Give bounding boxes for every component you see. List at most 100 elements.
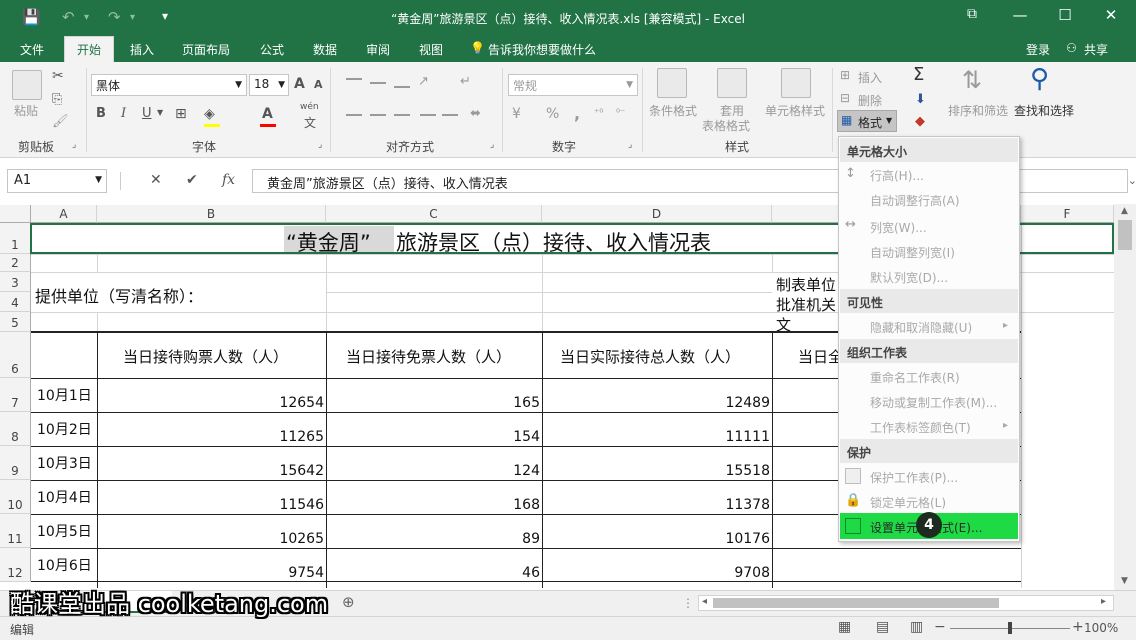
cut-icon[interactable]: ✂ (52, 68, 64, 84)
row-header-4[interactable]: 4 (0, 292, 31, 312)
zoom-in-button[interactable]: + (1072, 619, 1084, 635)
minimize-button[interactable]: — (1006, 6, 1034, 24)
menu-autofit-column[interactable]: 自动调整列宽(I) (870, 244, 955, 261)
conditional-format-icon[interactable] (657, 68, 687, 98)
font-name-select[interactable]: 黑体 ▼ (91, 74, 247, 96)
number-format-select[interactable]: 常规 ▼ (508, 74, 638, 96)
tab-file[interactable]: 文件 (20, 41, 44, 58)
menu-protect-sheet[interactable]: 保护工作表(P)... (870, 469, 958, 486)
align-bottom-icon[interactable] (394, 86, 410, 88)
autosum-button[interactable]: Σ (913, 64, 924, 85)
find-select-button[interactable]: 查找和选择 (1014, 102, 1074, 119)
page-break-view-icon[interactable]: ▥ (910, 619, 923, 635)
borders-icon[interactable]: ⊞ (175, 106, 187, 122)
confirm-icon[interactable]: ✔ (186, 172, 198, 188)
vertical-scrollbar[interactable]: ▲ ▼ (1114, 204, 1136, 590)
tab-insert[interactable]: 插入 (130, 41, 154, 58)
underline-button[interactable]: U (142, 106, 152, 121)
menu-move-copy-sheet[interactable]: 移动或复制工作表(M)... (870, 394, 997, 411)
tab-data[interactable]: 数据 (313, 41, 337, 58)
chevron-down-icon[interactable]: ▼ (157, 108, 163, 117)
scroll-right-icon[interactable]: ▸ (1101, 596, 1106, 607)
row-header-1[interactable]: 1 (0, 223, 31, 254)
menu-rename-sheet[interactable]: 重命名工作表(R) (870, 369, 960, 386)
alignment-launcher-icon[interactable]: ⌟ (490, 140, 494, 150)
fill-icon[interactable]: ⬇ (915, 92, 926, 107)
align-center-icon[interactable] (370, 114, 386, 116)
scroll-down-icon[interactable]: ▼ (1121, 576, 1128, 586)
clipboard-launcher-icon[interactable]: ⌟ (72, 140, 76, 150)
close-button[interactable]: ✕ (1097, 6, 1125, 24)
row-header-7[interactable]: 7 (0, 378, 31, 412)
tab-view[interactable]: 视图 (419, 41, 443, 58)
grow-font-button[interactable]: A (294, 76, 305, 92)
tell-me-box[interactable]: 告诉我你想要做什么 (488, 41, 596, 58)
ribbon-display-icon[interactable]: ⧉ (958, 6, 986, 22)
normal-view-icon[interactable]: ▦ (838, 619, 851, 635)
page-layout-view-icon[interactable]: ▤ (876, 619, 889, 635)
shrink-font-button[interactable]: A (314, 78, 323, 91)
menu-autofit-row[interactable]: 自动调整行高(A) (870, 192, 960, 209)
currency-icon[interactable]: ¥ (512, 106, 521, 122)
increase-decimal-icon[interactable]: ⁺⁰ (594, 108, 603, 119)
conditional-format-button[interactable]: 条件格式 (649, 102, 697, 119)
percent-button[interactable]: % (546, 106, 559, 122)
align-right-icon[interactable] (394, 114, 410, 116)
name-box[interactable]: A1 ▼ (7, 169, 107, 193)
clear-icon[interactable]: ◆ (915, 114, 925, 129)
font-size-select[interactable]: 18 ▼ (249, 74, 289, 96)
cancel-icon[interactable]: ✕ (150, 172, 162, 188)
copy-icon[interactable]: ⎘ (52, 92, 62, 107)
italic-button[interactable]: I (121, 106, 126, 121)
wrap-text-icon[interactable]: ↵ (460, 74, 471, 89)
tab-page-layout[interactable]: 页面布局 (182, 41, 230, 58)
number-launcher-icon[interactable]: ⌟ (628, 140, 632, 150)
comma-button[interactable]: , (574, 104, 580, 123)
menu-default-width[interactable]: 默认列宽(D)... (870, 269, 948, 286)
zoom-level[interactable]: 100% (1084, 621, 1118, 635)
sort-filter-icon[interactable]: ⇅ (962, 66, 982, 94)
fill-color-icon[interactable]: ◈ (204, 106, 215, 122)
row-header-12[interactable]: 12 (0, 548, 31, 582)
menu-hide-unhide[interactable]: 隐藏和取消隐藏(U) (870, 319, 972, 336)
row-header-5[interactable]: 5 (0, 312, 31, 332)
tab-review[interactable]: 审阅 (366, 41, 390, 58)
row-header-9[interactable]: 9 (0, 446, 31, 480)
expand-formula-icon[interactable]: ⌄ (1128, 174, 1136, 187)
font-launcher-icon[interactable]: ⌟ (318, 140, 322, 150)
tab-formulas[interactable]: 公式 (260, 41, 284, 58)
row-header-6[interactable]: 6 (0, 332, 31, 378)
scroll-up-icon[interactable]: ▲ (1121, 206, 1128, 216)
sheet-options-icon[interactable]: ⋮ (682, 596, 694, 610)
column-header-f[interactable]: F (1021, 205, 1114, 223)
tab-home[interactable]: 开始 (64, 36, 115, 62)
zoom-slider-thumb[interactable] (1008, 622, 1012, 634)
menu-lock-cell[interactable]: 锁定单元格(L) (870, 494, 946, 511)
increase-indent-icon[interactable] (442, 114, 458, 116)
horizontal-scrollbar[interactable]: ◂ ▸ (698, 595, 1114, 611)
merge-center-icon[interactable]: ⬌ (470, 106, 481, 121)
delete-cells-button[interactable]: 删除 (858, 92, 882, 109)
select-all-corner[interactable] (0, 205, 31, 223)
decrease-indent-icon[interactable] (420, 114, 436, 116)
row-header-10[interactable]: 10 (0, 480, 31, 514)
align-middle-icon[interactable] (370, 82, 386, 84)
row-header-2[interactable]: 2 (0, 254, 31, 272)
scroll-thumb[interactable] (1118, 220, 1132, 250)
insert-cells-button[interactable]: 插入 (858, 69, 882, 86)
add-sheet-icon[interactable]: ⊕ (342, 593, 355, 611)
insert-function-icon[interactable]: fx (222, 172, 235, 188)
menu-tab-color[interactable]: 工作表标签颜色(T) (870, 419, 971, 436)
cell-styles-icon[interactable] (781, 68, 811, 98)
column-header-b[interactable]: B (97, 205, 326, 223)
table-format-icon[interactable] (717, 68, 747, 98)
login-link[interactable]: 登录 (1026, 41, 1050, 58)
column-header-a[interactable]: A (31, 205, 97, 223)
phonetic-icon[interactable]: wén (300, 102, 319, 112)
align-top-icon[interactable] (346, 78, 362, 80)
zoom-out-button[interactable]: − (934, 619, 946, 635)
row-header-8[interactable]: 8 (0, 412, 31, 446)
bold-button[interactable]: B (96, 106, 106, 121)
menu-row-height[interactable]: 行高(H)... (870, 167, 924, 184)
scroll-left-icon[interactable]: ◂ (702, 596, 707, 607)
